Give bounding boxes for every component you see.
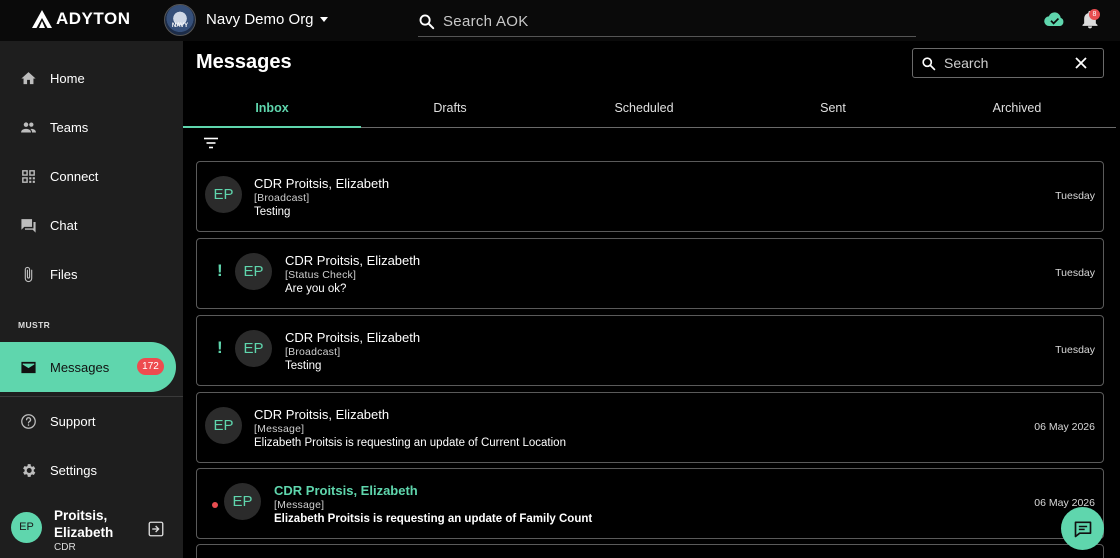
message-date: Tuesday <box>1055 344 1095 356</box>
tab-inbox[interactable]: Inbox <box>183 95 361 128</box>
urgent-exclamation-icon: ! <box>217 261 223 280</box>
user-name: Proitsis, Elizabeth <box>54 508 114 540</box>
search-icon <box>922 56 936 70</box>
gear-icon <box>23 463 36 477</box>
sidebar-item-teams[interactable]: Teams <box>0 107 183 147</box>
avatar: EP <box>205 176 242 213</box>
message-list-item[interactable]: EP CDR Proitsis, Elizabeth [Message] Eli… <box>196 392 1104 463</box>
message-list-item[interactable]: EP CDR Proitsis, Elizabeth [Broadcast] T… <box>196 161 1104 232</box>
message-date: Tuesday <box>1055 267 1095 279</box>
sidebar-item-label: Messages <box>50 359 110 375</box>
sidebar-divider <box>0 396 183 397</box>
sidebar: Home Teams Connect Chat Files MUSTR Mess… <box>0 41 183 558</box>
cloud-sync-icon[interactable] <box>1044 11 1065 27</box>
message-list-item[interactable]: ! EP CDR Proitsis, Elizabeth [Broadcast]… <box>196 315 1104 386</box>
caret-down-icon <box>319 17 328 22</box>
brand-logo[interactable]: ADYTON <box>32 9 130 29</box>
tab-scheduled[interactable]: Scheduled <box>539 95 749 128</box>
qr-code-icon <box>22 169 35 183</box>
chat-bubble-icon <box>1074 521 1091 537</box>
tab-drafts[interactable]: Drafts <box>361 95 539 128</box>
message-category: [Status Check] <box>285 269 357 281</box>
message-search-placeholder: Search <box>944 55 989 71</box>
message-list-item[interactable]: ! EP CDR Proitsis, Elizabeth [Status Che… <box>196 238 1104 309</box>
message-list-item-partial[interactable] <box>196 544 1104 558</box>
message-date: 06 May 2026 <box>1034 421 1095 433</box>
sidebar-item-home[interactable]: Home <box>0 58 183 98</box>
message-body: Elizabeth Proitsis is requesting an upda… <box>254 437 566 449</box>
messages-count-badge: 172 <box>137 358 164 375</box>
sidebar-item-chat[interactable]: Chat <box>0 205 183 245</box>
page-title: Messages <box>196 51 292 73</box>
sidebar-item-support[interactable]: Support <box>0 401 183 441</box>
message-sender: CDR Proitsis, Elizabeth <box>285 330 421 345</box>
avatar: EP <box>11 512 42 543</box>
notification-badge: 8 <box>1089 9 1100 20</box>
logout-icon[interactable] <box>147 520 165 538</box>
sidebar-item-files[interactable]: Files <box>0 254 183 294</box>
close-icon[interactable] <box>1075 57 1087 69</box>
message-date: Tuesday <box>1055 190 1095 202</box>
sidebar-item-label: Connect <box>50 168 99 184</box>
home-icon <box>21 71 36 84</box>
org-name: Navy Demo Org <box>206 11 314 28</box>
sidebar-item-label: Settings <box>50 462 97 478</box>
search-icon <box>419 14 435 30</box>
message-sender: CDR Proitsis, Elizabeth <box>254 176 390 191</box>
chat-icon <box>21 218 36 233</box>
unread-dot <box>212 502 218 508</box>
global-search-placeholder: Search AOK <box>443 13 529 30</box>
tab-archived[interactable]: Archived <box>917 95 1117 128</box>
message-list-item[interactable]: EP CDR Proitsis, Elizabeth [Message] Eli… <box>196 468 1104 539</box>
top-bar: ADYTON NAVY Navy Demo Org Search AOK 8 <box>0 0 1120 41</box>
avatar: EP <box>205 407 242 444</box>
user-rank: CDR <box>54 542 76 553</box>
avatar: EP <box>224 483 261 520</box>
adyton-logo-icon <box>32 10 52 28</box>
sidebar-item-label: Support <box>50 413 96 429</box>
new-message-button[interactable] <box>1061 507 1104 550</box>
sidebar-item-label: Chat <box>50 217 78 233</box>
avatar: EP <box>235 330 272 367</box>
help-circle-icon <box>21 413 36 429</box>
message-sender: CDR Proitsis, Elizabeth <box>274 483 418 498</box>
org-seal-icon: NAVY <box>164 4 196 36</box>
message-sender: CDR Proitsis, Elizabeth <box>285 253 421 268</box>
sidebar-item-connect[interactable]: Connect <box>0 156 183 196</box>
sidebar-item-label: Home <box>50 70 85 86</box>
tab-sent[interactable]: Sent <box>749 95 917 128</box>
org-seal-text: NAVY <box>171 23 189 29</box>
message-tabs: Inbox Drafts Scheduled Sent Archived <box>183 95 1116 128</box>
section-label-mustr: MUSTR <box>18 320 51 330</box>
message-category: [Broadcast] <box>254 192 310 204</box>
message-category: [Broadcast] <box>285 346 341 358</box>
main-content: Messages Search Inbox Drafts Scheduled S… <box>183 41 1120 558</box>
org-selector[interactable]: Navy Demo Org <box>206 11 328 28</box>
message-body: Testing <box>254 206 291 218</box>
message-search-input[interactable]: Search <box>912 48 1104 78</box>
people-icon <box>21 121 36 132</box>
message-category: [Message] <box>254 423 305 435</box>
envelope-icon <box>21 361 36 373</box>
message-sender: CDR Proitsis, Elizabeth <box>254 407 390 422</box>
brand-name: ADYTON <box>56 9 131 28</box>
filter-icon[interactable] <box>204 137 218 149</box>
user-profile[interactable]: EP Proitsis, Elizabeth CDR <box>10 507 180 557</box>
avatar: EP <box>235 253 272 290</box>
message-body: Are you ok? <box>285 283 347 295</box>
global-search-input[interactable]: Search AOK <box>418 7 916 37</box>
message-category: [Message] <box>274 499 325 511</box>
sidebar-item-label: Teams <box>50 119 89 135</box>
sidebar-item-settings[interactable]: Settings <box>0 450 183 490</box>
message-body: Testing <box>285 360 322 372</box>
urgent-exclamation-icon: ! <box>217 338 223 357</box>
sidebar-item-messages[interactable]: Messages 172 <box>0 342 176 392</box>
message-body: Elizabeth Proitsis is requesting an upda… <box>274 513 593 525</box>
sidebar-item-label: Files <box>50 266 78 282</box>
paperclip-icon <box>24 266 33 282</box>
